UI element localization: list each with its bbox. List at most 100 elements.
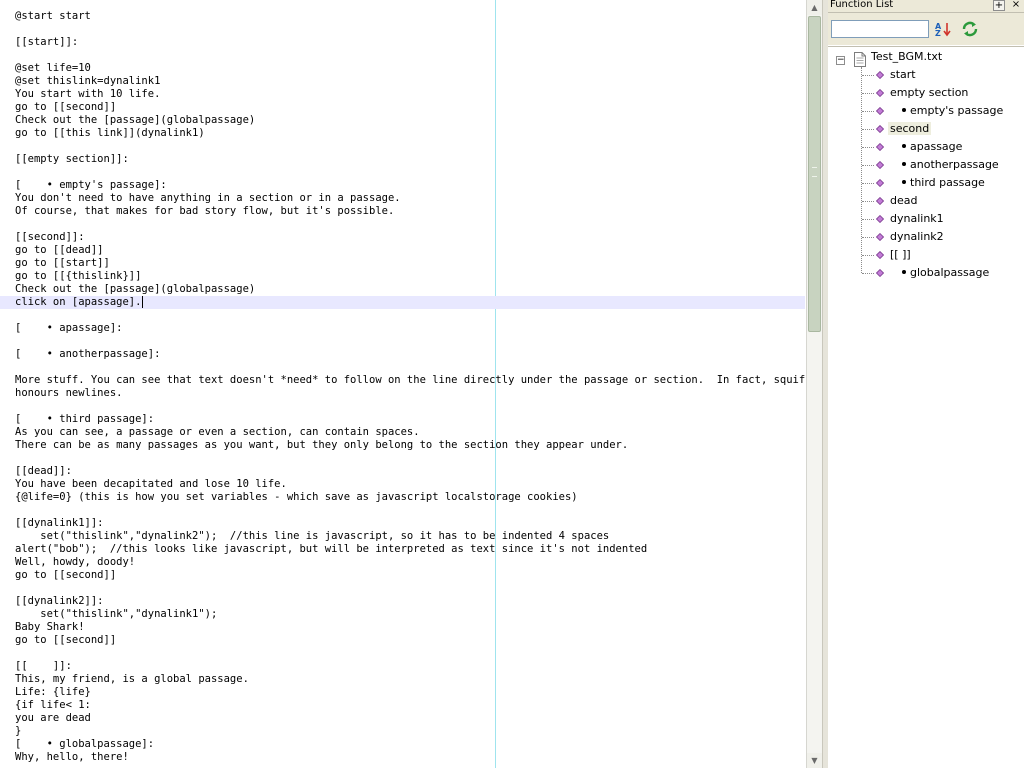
editor-line[interactable]: [[dead]]: — [15, 465, 805, 478]
editor-line[interactable]: @start start — [15, 10, 805, 23]
tree-item-label: globalpassage — [900, 266, 991, 279]
editor-line[interactable] — [15, 361, 805, 374]
close-panel-button[interactable]: × — [1010, 0, 1022, 11]
tree-item[interactable]: empty section — [888, 85, 970, 101]
editor-line[interactable]: [ • empty's passage]: — [15, 179, 805, 192]
editor-line[interactable]: alert("bob"); //this looks like javascri… — [15, 543, 805, 556]
editor-line[interactable]: [[ ]]: — [15, 660, 805, 673]
tree-root-file[interactable]: Test_BGM.txt — [869, 49, 944, 65]
editor-line[interactable]: You have been decapitated and lose 10 li… — [15, 478, 805, 491]
editor-line-text: } — [15, 725, 22, 737]
tree-item[interactable]: dynalink2 — [888, 229, 946, 245]
editor-line-text: [ • anotherpassage]: — [15, 348, 161, 360]
text-editor[interactable]: @start start [[start]]: @set life=10 @set t… — [0, 0, 806, 768]
scroll-down-arrow-icon[interactable]: ▼ — [807, 753, 822, 768]
editor-lines[interactable]: @start start [[start]]: @set life=10 @set t… — [0, 10, 806, 764]
scroll-thumb[interactable] — [808, 16, 821, 332]
editor-line[interactable]: [ • globalpassage]: — [15, 738, 805, 751]
tree-item-text: third passage — [910, 176, 985, 189]
editor-line[interactable]: Well, howdy, doody! — [15, 556, 805, 569]
sort-az-icon[interactable]: A Z — [934, 21, 952, 37]
editor-line[interactable]: [ • anotherpassage]: — [15, 348, 805, 361]
editor-line[interactable]: [[empty section]]: — [15, 153, 805, 166]
editor-line-text: click on [apassage]. — [15, 296, 142, 308]
tree-item[interactable]: dynalink1 — [888, 211, 946, 227]
function-search-input[interactable] — [831, 20, 929, 38]
editor-line[interactable]: go to [[second]] — [15, 634, 805, 647]
editor-line[interactable]: This, my friend, is a global passage. — [15, 673, 805, 686]
editor-line[interactable] — [15, 504, 805, 517]
editor-line-text: {@life=0} (this is how you set variables… — [15, 491, 578, 503]
editor-line[interactable] — [15, 49, 805, 62]
tree-item[interactable]: apassage — [900, 139, 964, 155]
editor-vertical-scrollbar[interactable]: ▲ ▼ — [806, 0, 822, 768]
editor-line[interactable]: [[start]]: — [15, 36, 805, 49]
collapse-toggle-icon[interactable]: − — [836, 56, 845, 65]
scroll-up-arrow-icon[interactable]: ▲ — [807, 0, 822, 15]
editor-line[interactable]: {@life=0} (this is how you set variables… — [15, 491, 805, 504]
tree-item[interactable]: empty's passage — [900, 103, 1005, 119]
editor-line[interactable]: [ • third passage]: — [15, 413, 805, 426]
editor-line[interactable]: Check out the [passage](globalpassage) — [15, 283, 805, 296]
tree-connector-branch — [862, 165, 874, 166]
function-gem-icon — [876, 251, 884, 259]
editor-line[interactable]: More stuff. You can see that text doesn'… — [15, 374, 806, 387]
editor-line[interactable] — [15, 166, 805, 179]
editor-line[interactable]: go to [[second]] — [15, 569, 805, 582]
editor-line[interactable]: {if life< 1: — [15, 699, 805, 712]
editor-line[interactable]: There can be as many passages as you wan… — [15, 439, 805, 452]
panel-titlebar: Function List + × — [828, 0, 1024, 13]
add-panel-button[interactable]: + — [993, 0, 1005, 11]
editor-line[interactable]: Why, hello, there! — [15, 751, 805, 764]
editor-line[interactable]: [[second]]: — [15, 231, 805, 244]
tree-connector-branch — [862, 273, 874, 274]
editor-line-text: Check out the [passage](globalpassage) — [15, 283, 256, 295]
tree-item[interactable]: globalpassage — [900, 265, 991, 281]
editor-line[interactable]: You start with 10 life. — [15, 88, 805, 101]
editor-line[interactable]: set("thislink","dynalink2"); //this line… — [15, 530, 805, 543]
editor-line[interactable] — [15, 400, 805, 413]
editor-line[interactable]: Of course, that makes for bad story flow… — [15, 205, 805, 218]
tree-item[interactable]: second — [888, 121, 932, 137]
editor-line[interactable]: @set thislink=dynalink1 — [15, 75, 805, 88]
tree-item-text: anotherpassage — [910, 158, 999, 171]
editor-line[interactable]: go to [[second]] — [15, 101, 805, 114]
editor-line[interactable]: } — [15, 725, 805, 738]
panel-title: Function List — [830, 0, 894, 10]
tree-connector-branch — [862, 201, 874, 202]
editor-line[interactable]: @set life=10 — [15, 62, 805, 75]
editor-line[interactable]: set("thislink","dynalink1"); — [15, 608, 805, 621]
tree-item[interactable]: start — [888, 67, 918, 83]
editor-line[interactable]: Life: {life} — [15, 686, 805, 699]
editor-line[interactable] — [15, 140, 805, 153]
editor-line[interactable]: go to [[this link]](dynalink1) — [15, 127, 805, 140]
editor-line[interactable] — [15, 309, 805, 322]
editor-line[interactable] — [15, 335, 805, 348]
editor-line[interactable]: Check out the [passage](globalpassage) — [15, 114, 805, 127]
tree-item[interactable]: anotherpassage — [900, 157, 1001, 173]
editor-line[interactable]: Baby Shark! — [15, 621, 805, 634]
refresh-icon[interactable] — [961, 21, 979, 37]
function-tree[interactable]: − Test_BGM.txt start empty section empty's… — [828, 46, 1024, 769]
editor-line[interactable] — [15, 218, 805, 231]
editor-line[interactable]: [[dynalink2]]: — [15, 595, 805, 608]
editor-line[interactable]: go to [[start]] — [15, 257, 805, 270]
tree-item[interactable]: dead — [888, 193, 919, 209]
editor-line[interactable]: honours newlines. — [15, 387, 805, 400]
editor-line[interactable]: go to [[dead]] — [15, 244, 805, 257]
editor-line[interactable]: click on [apassage]. — [0, 296, 805, 309]
editor-line[interactable] — [15, 452, 805, 465]
editor-line[interactable]: go to [[{thislink}]] — [15, 270, 805, 283]
editor-line-text: More stuff. You can see that text doesn'… — [15, 374, 806, 386]
editor-line[interactable] — [15, 23, 805, 36]
editor-line[interactable]: You don't need to have anything in a sec… — [15, 192, 805, 205]
tree-item[interactable]: [[ ]] — [888, 247, 913, 263]
editor-line[interactable] — [15, 582, 805, 595]
editor-line[interactable] — [15, 647, 805, 660]
editor-line[interactable]: [ • apassage]: — [15, 322, 805, 335]
editor-line[interactable]: [[dynalink1]]: — [15, 517, 805, 530]
editor-line-text: Baby Shark! — [15, 621, 85, 633]
editor-line[interactable]: As you can see, a passage or even a sect… — [15, 426, 805, 439]
editor-line[interactable]: you are dead — [15, 712, 805, 725]
tree-item[interactable]: third passage — [900, 175, 987, 191]
